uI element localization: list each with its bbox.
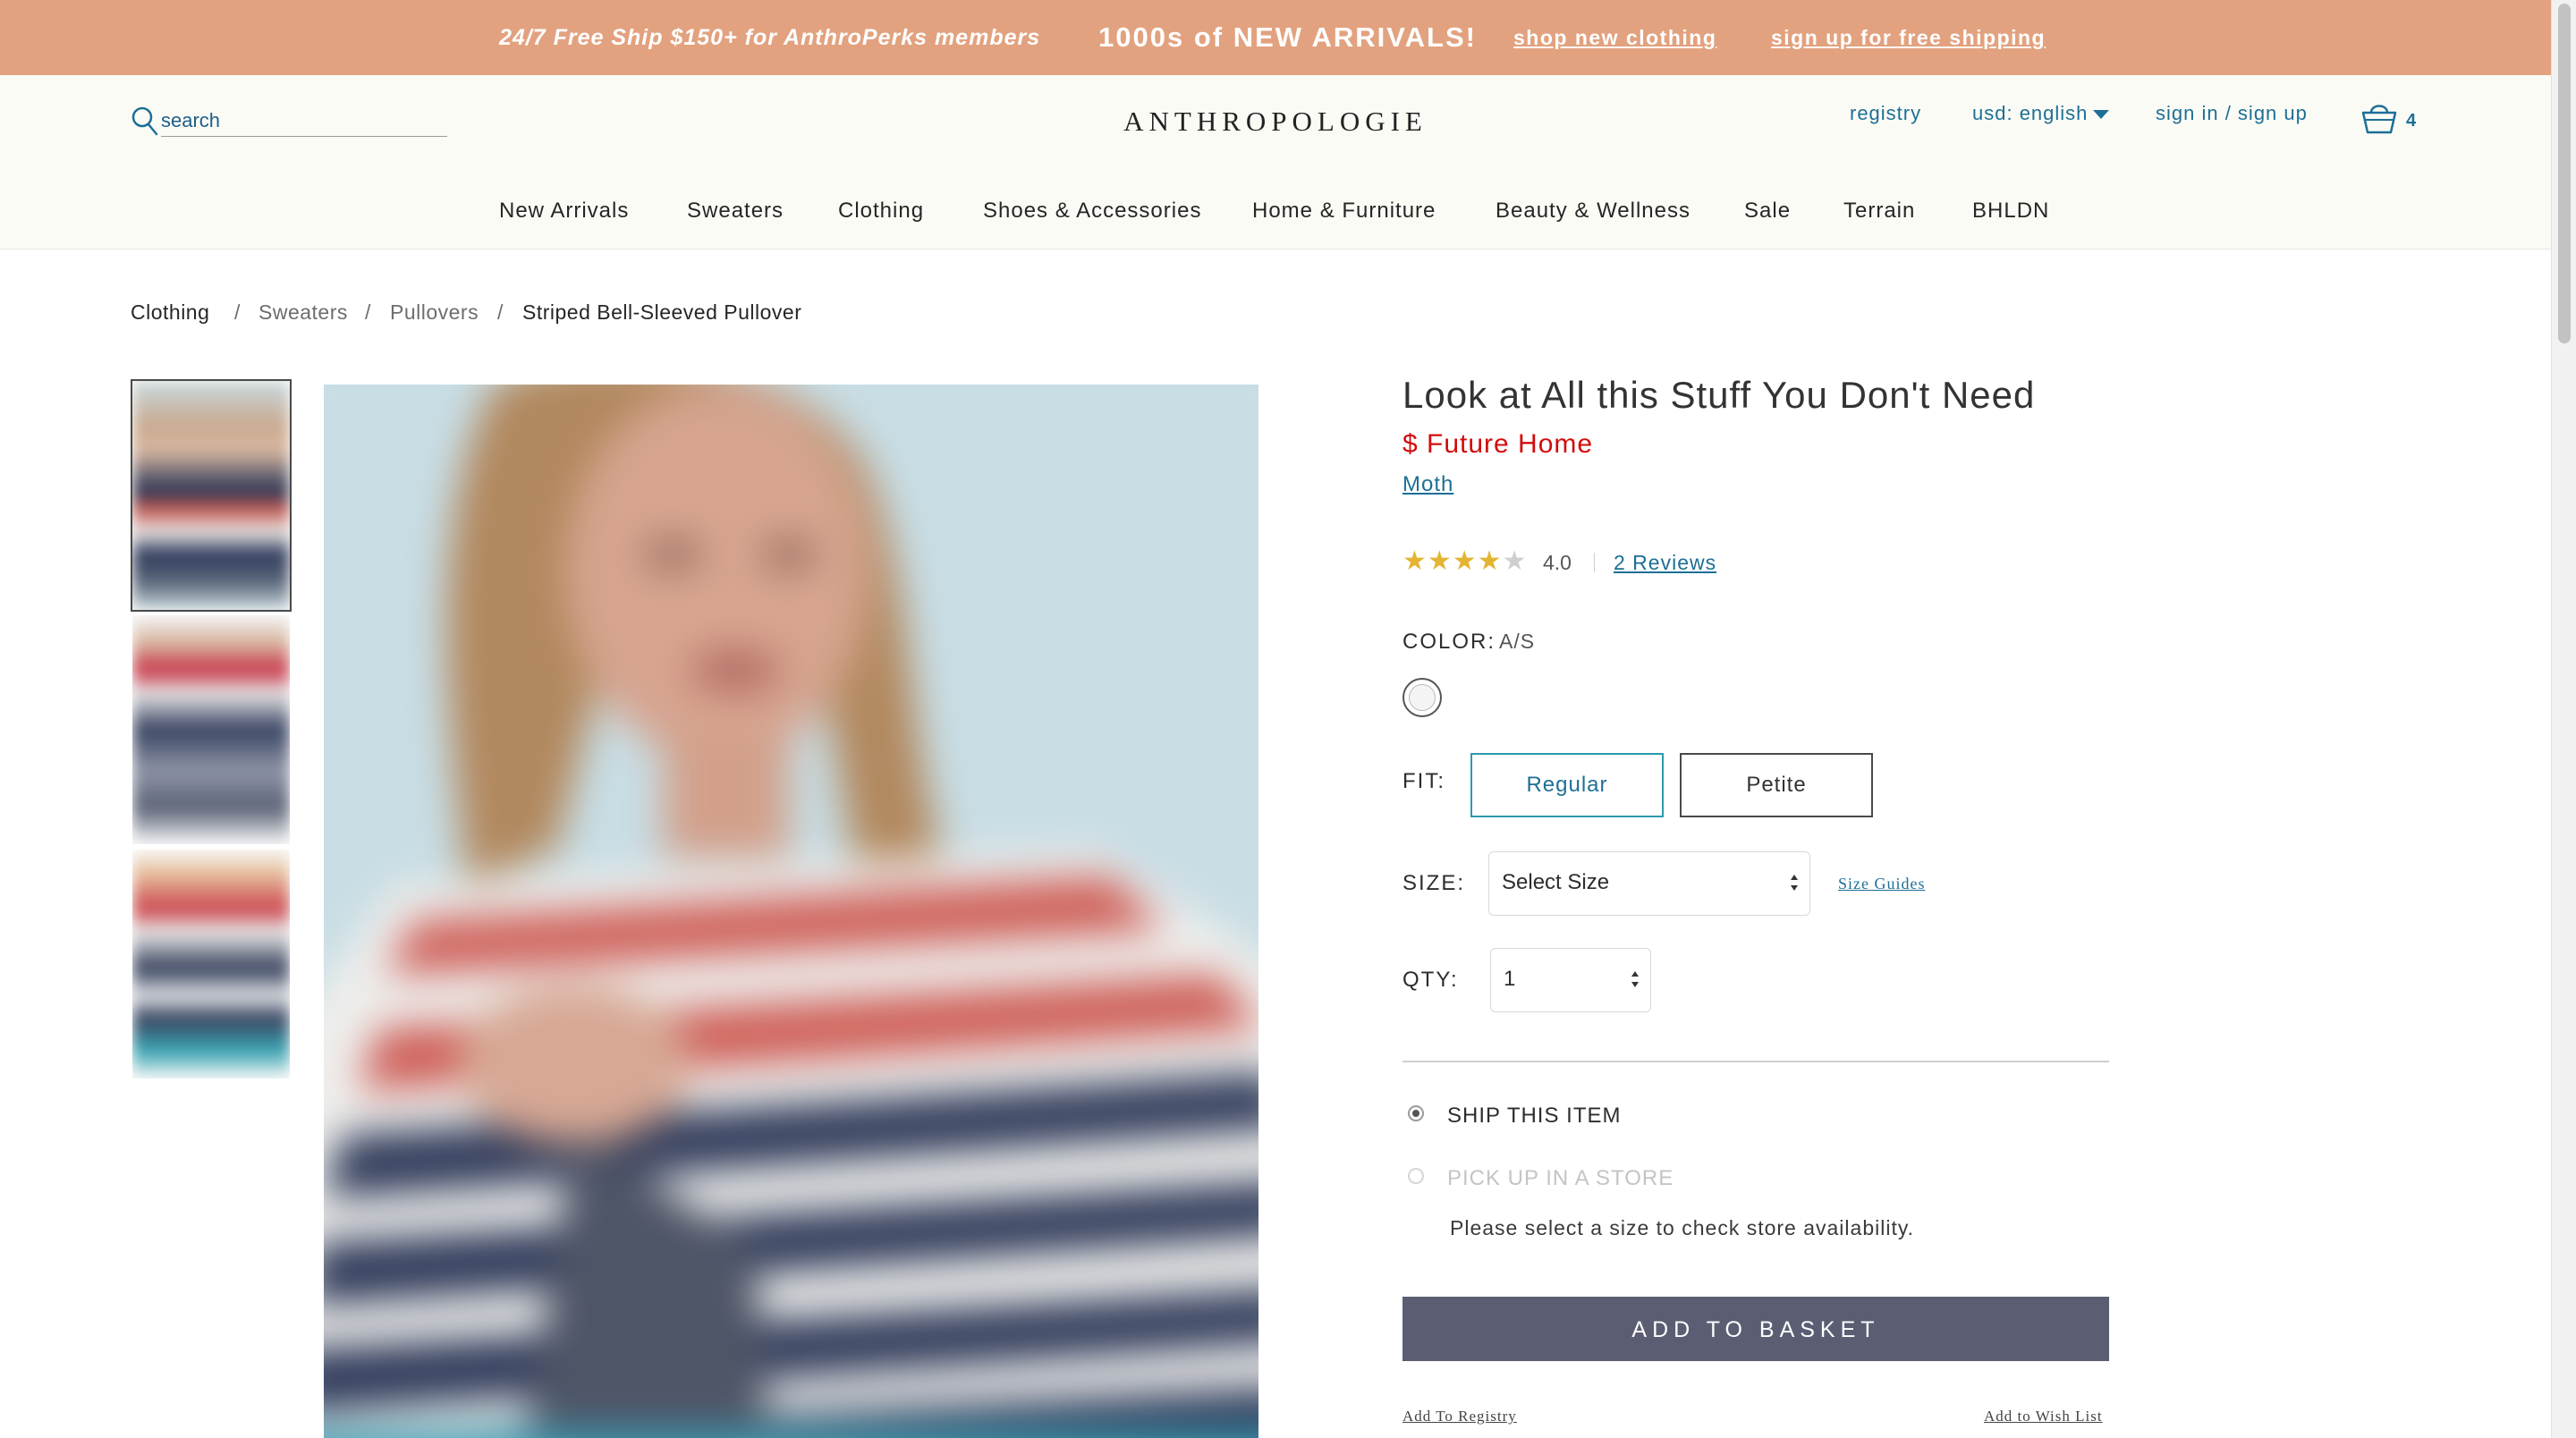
pickup-store-radio[interactable]	[1408, 1168, 1424, 1184]
search-icon[interactable]	[131, 106, 159, 138]
breadcrumb-separator: /	[365, 300, 371, 324]
sign-in-link[interactable]: sign in / sign up	[2156, 102, 2308, 125]
nav-beauty-wellness[interactable]: Beauty & Wellness	[1496, 199, 1690, 224]
breadcrumb-pullovers[interactable]: Pullovers	[390, 300, 479, 325]
shop-new-clothing-link[interactable]: shop new clothing	[1513, 0, 1716, 75]
star-icon: ★	[1502, 546, 1528, 576]
product-thumbnail-3[interactable]	[132, 850, 290, 1078]
size-select[interactable]: Select Size	[1488, 851, 1810, 916]
quantity-value: 1	[1504, 967, 1516, 991]
free-shipping-signup-link[interactable]: sign up for free shipping	[1771, 0, 2046, 75]
reviews-link[interactable]: 2 Reviews	[1614, 551, 1716, 575]
add-to-wishlist-link[interactable]: Add to Wish List	[1984, 1408, 2103, 1425]
breadcrumb-separator: /	[497, 300, 504, 324]
nav-new-arrivals[interactable]: New Arrivals	[499, 199, 629, 224]
section-divider	[1402, 1061, 2109, 1062]
fit-label: FIT:	[1402, 769, 1445, 793]
product-title: Look at All this Stuff You Don't Need	[1402, 374, 2036, 416]
add-to-basket-button[interactable]: ADD TO BASKET	[1402, 1297, 2109, 1361]
pickup-store-label[interactable]: PICK UP IN A STORE	[1447, 1166, 1674, 1191]
basket-icon	[2361, 105, 2397, 134]
basket-button[interactable]: 4	[2360, 100, 2422, 140]
product-main-image[interactable]	[324, 385, 1258, 1438]
breadcrumb-sweaters[interactable]: Sweaters	[258, 300, 348, 325]
scrollbar-thumb[interactable]	[2558, 4, 2571, 343]
promo-new-arrivals-text: 1000s of NEW ARRIVALS!	[1098, 21, 1477, 53]
quantity-select[interactable]: 1	[1490, 948, 1651, 1012]
size-label: SIZE:	[1402, 871, 1466, 895]
basket-count: 4	[2406, 111, 2417, 131]
nav-terrain[interactable]: Terrain	[1843, 199, 1915, 224]
nav-sweaters[interactable]: Sweaters	[687, 199, 784, 224]
nav-bhldn[interactable]: BHLDN	[1972, 199, 2049, 224]
star-rating: ★★★★★	[1402, 546, 1527, 577]
select-arrows-icon	[1631, 971, 1639, 987]
color-swatch[interactable]	[1402, 678, 1442, 717]
fit-petite-button[interactable]: Petite	[1680, 753, 1873, 817]
product-thumbnail-1[interactable]	[131, 379, 292, 612]
registry-link[interactable]: registry	[1850, 102, 1921, 125]
size-guides-link[interactable]: Size Guides	[1838, 875, 1925, 893]
nav-home-furniture[interactable]: Home & Furniture	[1252, 199, 1436, 224]
search-box	[131, 102, 453, 138]
fit-regular-button[interactable]: Regular	[1470, 753, 1664, 817]
currency-language-selector[interactable]: usd: english	[1972, 102, 2110, 125]
nav-shoes-accessories[interactable]: Shoes & Accessories	[983, 199, 1201, 224]
ship-item-radio[interactable]	[1408, 1105, 1424, 1121]
page-scrollbar[interactable]	[2551, 0, 2576, 1438]
rating-value: 4.0	[1543, 551, 1572, 574]
site-header: ANTHROPOLOGIE registry usd: english sign…	[0, 75, 2551, 250]
size-select-value: Select Size	[1502, 870, 1610, 894]
color-label: COLOR:	[1402, 630, 1496, 654]
nav-clothing[interactable]: Clothing	[838, 199, 924, 224]
breadcrumb-separator: /	[234, 300, 241, 324]
add-to-registry-link[interactable]: Add To Registry	[1402, 1408, 1517, 1425]
product-price: $ Future Home	[1402, 429, 1594, 459]
rating-divider	[1594, 553, 1595, 572]
currency-label: usd: english	[1972, 102, 2089, 124]
star-icon: ★★★★	[1402, 546, 1503, 576]
breadcrumb-current-product: Striped Bell-Sleeved Pullover	[522, 300, 802, 324]
caret-down-icon	[2093, 110, 2110, 120]
promo-banner: 24/7 Free Ship $150+ for AnthroPerks mem…	[0, 0, 2551, 75]
anthropologie-logo[interactable]: ANTHROPOLOGIE	[1118, 106, 1433, 138]
select-arrows-icon	[1791, 875, 1798, 891]
nav-sale[interactable]: Sale	[1744, 199, 1791, 224]
product-thumbnail-2[interactable]	[132, 615, 290, 844]
ship-item-label[interactable]: SHIP THIS ITEM	[1447, 1104, 1621, 1129]
breadcrumb-clothing[interactable]: Clothing	[131, 300, 209, 325]
search-input[interactable]	[161, 107, 447, 137]
store-availability-message: Please select a size to check store avai…	[1450, 1216, 1915, 1239]
brand-link[interactable]: Moth	[1402, 472, 1453, 497]
main-nav: New Arrivals Sweaters Clothing Shoes & A…	[0, 199, 2551, 234]
promo-anthroperks-text: 24/7 Free Ship $150+ for AnthroPerks mem…	[499, 25, 1041, 50]
color-value: A/S	[1499, 630, 1536, 653]
qty-label: QTY:	[1402, 968, 1459, 992]
